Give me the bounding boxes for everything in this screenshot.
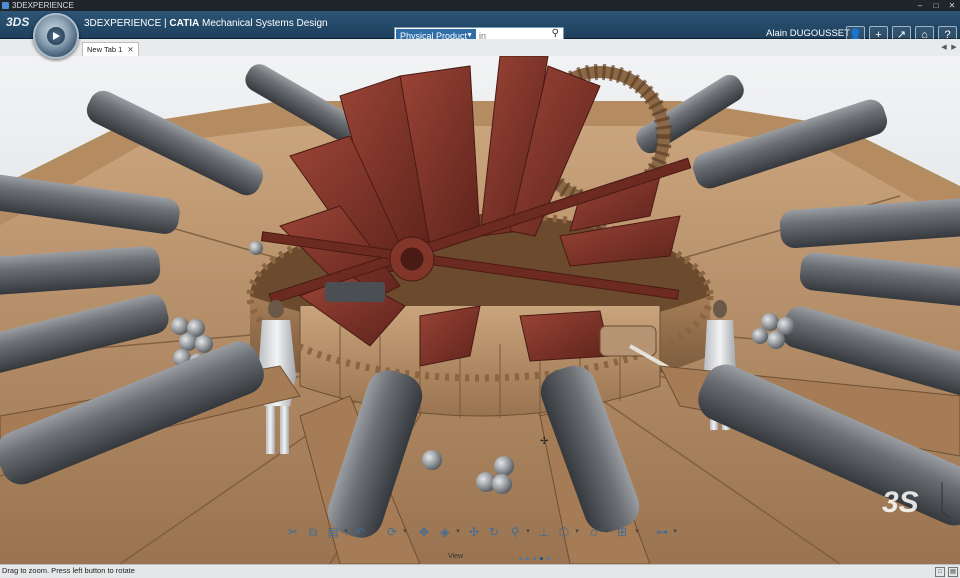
3ds-watermark-logo: 3S [882,482,951,519]
3d-viewport[interactable]: ✢ 3S [0,56,960,564]
chevron-down-icon[interactable]: ▾ [574,524,580,540]
compass-widget[interactable] [33,13,79,59]
toolbar-page-dot[interactable] [533,557,536,560]
toolbar-page-dot[interactable] [519,557,522,560]
grip-icon[interactable]: ▤ [948,567,958,577]
chevron-down-icon[interactable]: ▾ [343,524,349,540]
chevron-down-icon[interactable]: ▾ [370,524,376,540]
fullscreen-icon[interactable]: □ [935,567,945,577]
chevron-down-icon[interactable]: ▾ [455,524,461,540]
zoom-icon[interactable]: ⚲ [507,524,523,540]
paste-icon[interactable]: ▤ [325,524,341,540]
copy-icon[interactable]: ⧉ [305,524,321,540]
search-icon[interactable]: ⚲ [552,28,559,39]
minimize-button[interactable]: – [912,0,928,11]
status-bar: Drag to zoom. Press left button to rotat… [0,564,960,578]
status-message: Drag to zoom. Press left button to rotat… [2,566,135,575]
compass-center[interactable] [47,27,65,45]
toolbar-page-dot[interactable] [526,557,529,560]
product-title: 3DEXPERIENCE | CATIA Mechanical Systems … [84,18,328,29]
toolbar-section-label: View [448,553,464,560]
toolbar-page-dot[interactable] [547,557,550,560]
chevron-down-icon[interactable]: ▾ [402,524,408,540]
play-icon [53,32,60,40]
user-name[interactable]: Alain DUGOUSSET [766,28,850,39]
cube-icon[interactable]: ◈ [437,524,453,540]
app-window-icon [2,2,9,9]
chevron-down-icon[interactable]: ▾ [672,524,678,540]
tree-icon[interactable]: ⊶ [654,524,670,540]
svg-text:3S: 3S [882,486,919,519]
render-style-icon[interactable]: ⊞ [614,524,630,540]
normal-view-icon[interactable]: ⊥ [536,524,552,540]
close-button[interactable]: ✕ [944,0,960,11]
fit-all-icon[interactable]: ✥ [416,524,432,540]
undo-icon[interactable]: ↶ [352,524,368,540]
scissors-icon[interactable]: ✂ [285,524,301,540]
product-name: CATIA [169,18,200,29]
chevron-down-icon[interactable]: ▾ [604,524,610,540]
cylinder-icon[interactable]: ⌭ [586,524,602,540]
product-suffix: Mechanical Systems Design [199,18,328,29]
tab-scroll-right-icon[interactable]: ▶ [950,43,958,52]
cycle-icon[interactable]: ⟳ [384,524,400,540]
tab-scroll-left-icon[interactable]: ◀ [940,43,948,52]
iso-view-icon[interactable]: ⬡ [556,524,572,540]
maximize-button[interactable]: □ [928,0,944,11]
da-vinci-tank-model[interactable]: ✢ [0,56,960,564]
mouse-cursor: ✢ [540,436,548,447]
toolbar-page-dot-active[interactable] [540,557,543,560]
tab-new-tab-1[interactable]: New Tab 1 ✕ [82,42,139,57]
window-title-bar: 3DEXPERIENCE – □ ✕ [0,0,960,11]
brand-logo[interactable]: 3DS [6,15,29,29]
product-prefix: 3DEXPERIENCE | [84,18,170,29]
pan-icon[interactable]: ✣ [466,524,482,540]
chevron-down-icon[interactable]: ▾ [634,524,640,540]
app-top-bar: 3DS 3DEXPERIENCE | CATIA Mechanical Syst… [0,11,960,45]
rotate-icon[interactable]: ↻ [486,524,502,540]
tab-strip: New Tab 1 ✕ ◀ ▶ [0,39,960,57]
tab-label: New Tab 1 [87,45,123,54]
chevron-down-icon[interactable]: ▾ [525,524,531,540]
window-title: 3DEXPERIENCE [12,1,74,10]
close-tab-icon[interactable]: ✕ [127,45,133,54]
